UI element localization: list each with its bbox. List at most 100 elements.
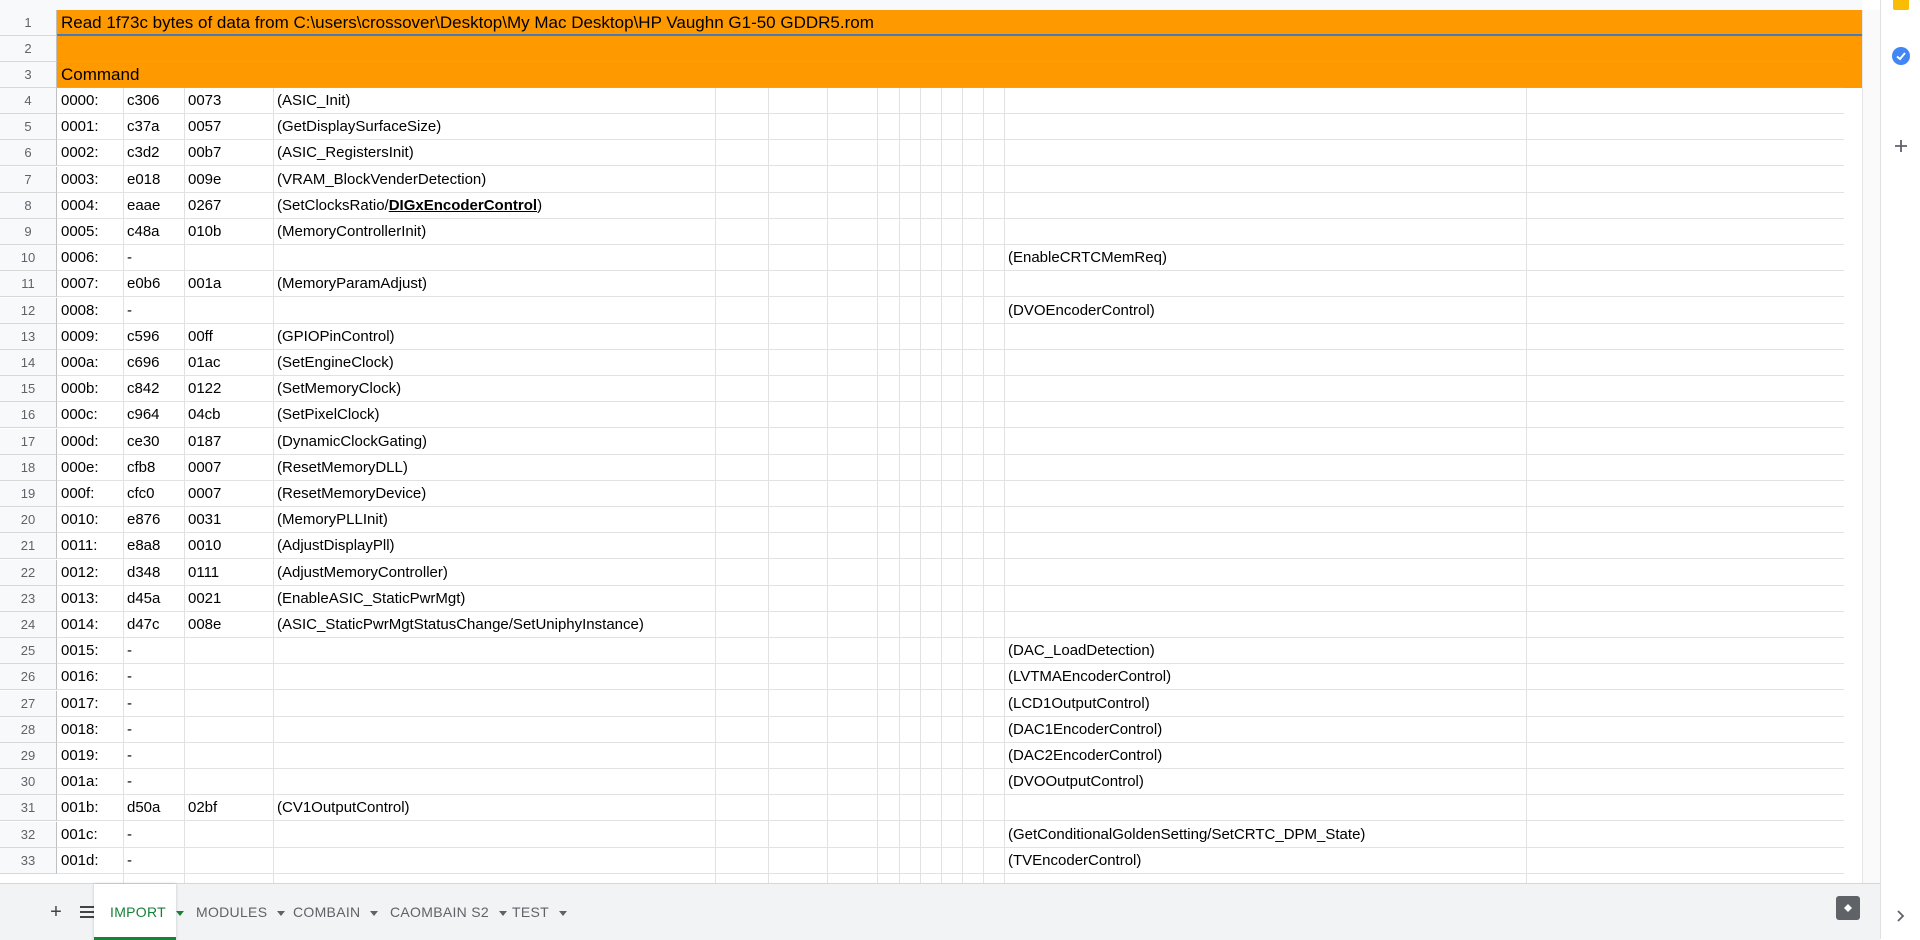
cell-d[interactable] — [273, 848, 277, 874]
spreadsheet-grid[interactable]: 1 Read 1f73c bytes of data from C:\users… — [0, 0, 1880, 883]
blank-header-row[interactable]: 2 — [0, 36, 1862, 62]
cell-c[interactable]: 0073 — [184, 88, 221, 114]
cell-h[interactable]: (DAC2EncoderControl) — [1004, 743, 1162, 769]
row-number[interactable]: 14 — [0, 350, 57, 376]
cell-d[interactable]: (CV1OutputControl) — [273, 795, 410, 821]
cell-b[interactable]: - — [123, 245, 132, 271]
cell-a[interactable]: 0011: — [57, 533, 97, 559]
cell-c[interactable]: 001a — [184, 271, 221, 297]
table-row[interactable]: 26 0016: - (LVTMAEncoderControl) — [0, 664, 1862, 691]
row-number[interactable]: 26 — [0, 664, 57, 691]
cell-b[interactable]: e018 — [123, 167, 160, 193]
cell-c[interactable]: 01ac — [184, 350, 221, 376]
cell-a[interactable]: 0014: — [57, 612, 99, 638]
cell-c[interactable] — [184, 822, 188, 848]
table-row[interactable]: 27 0017: - (LCD1OutputControl) — [0, 690, 1862, 717]
cell-b[interactable]: e8a8 — [123, 533, 160, 559]
cell-d[interactable]: (AdjustMemoryController) — [273, 560, 448, 586]
cell-d[interactable]: (GPIOPinControl) — [273, 324, 395, 350]
cell-d[interactable] — [273, 638, 277, 664]
cell-d[interactable]: (ASIC_RegistersInit) — [273, 140, 414, 166]
cell-a[interactable]: 0003: — [57, 167, 99, 193]
cell-a[interactable]: 001c: — [57, 822, 98, 848]
cell-c[interactable]: 0031 — [184, 507, 221, 533]
cell-d[interactable] — [273, 743, 277, 769]
cell-b[interactable]: - — [123, 638, 132, 664]
cell-b[interactable]: c37a — [123, 114, 160, 140]
expand-icon[interactable] — [1891, 906, 1911, 926]
cell-b[interactable]: ce30 — [123, 429, 160, 455]
cell-d[interactable]: (VRAM_BlockVenderDetection) — [273, 167, 486, 193]
row-number[interactable]: 31 — [0, 795, 57, 822]
cell-h[interactable] — [1004, 193, 1008, 219]
cell-h[interactable] — [1004, 140, 1008, 166]
table-row[interactable]: 28 0018: - (DAC1EncoderControl) — [0, 716, 1862, 743]
chevron-down-icon[interactable] — [558, 910, 567, 916]
cell-a[interactable]: 000b: — [57, 376, 99, 402]
cell-d[interactable]: (MemoryPLLInit) — [273, 507, 388, 533]
row-number[interactable]: 7 — [0, 166, 57, 193]
cell-c[interactable]: 008e — [184, 612, 221, 638]
cell-d[interactable] — [273, 822, 277, 848]
cell-d[interactable]: (DynamicClockGating) — [273, 429, 427, 455]
cell-d[interactable] — [273, 691, 277, 717]
cell-c[interactable]: 0111 — [184, 560, 219, 586]
row-number[interactable]: 11 — [0, 271, 57, 298]
cell-h[interactable] — [1004, 376, 1008, 402]
cell-a[interactable]: 0015: — [57, 638, 99, 664]
cell-d[interactable]: (ASIC_StaticPwrMgtStatusChange/SetUniphy… — [273, 612, 644, 638]
row-number[interactable]: 21 — [0, 533, 57, 560]
cell-h[interactable] — [1004, 586, 1008, 612]
row-number[interactable]: 18 — [0, 454, 57, 481]
cell-h[interactable]: (LCD1OutputControl) — [1004, 691, 1150, 717]
cell-h[interactable] — [1004, 429, 1008, 455]
cell-b[interactable]: c306 — [123, 88, 160, 114]
cell-a[interactable]: 0013: — [57, 586, 99, 612]
cell-h[interactable] — [1004, 533, 1008, 559]
cell-c[interactable]: 0122 — [184, 376, 221, 402]
table-row[interactable]: 11 0007: e0b6 001a (MemoryParamAdjust) — [0, 271, 1862, 298]
cell-d[interactable]: (SetEngineClock) — [273, 350, 394, 376]
tasks-icon[interactable] — [1891, 46, 1911, 66]
cell-d[interactable]: (SetPixelClock) — [273, 402, 380, 428]
table-row[interactable]: 4 0000: c306 0073 (ASIC_Init) — [0, 88, 1862, 114]
cell-b[interactable]: - — [123, 717, 132, 743]
row-number[interactable]: 19 — [0, 481, 57, 507]
table-row[interactable]: 19 000f: cfc0 0007 (ResetMemoryDevice) — [0, 481, 1862, 507]
explore-button[interactable] — [1836, 896, 1860, 920]
table-row[interactable]: 10 0006: - (EnableCRTCMemReq) — [0, 245, 1862, 272]
tab-test[interactable]: TEST — [496, 884, 567, 940]
cell-b[interactable]: - — [123, 769, 132, 795]
cell-a[interactable]: 0002: — [57, 140, 99, 166]
cell-d[interactable]: (AdjustDisplayPll) — [273, 533, 395, 559]
cell-c[interactable]: 00b7 — [184, 140, 221, 166]
cell-b[interactable]: c964 — [123, 402, 160, 428]
cell-d[interactable]: (EnableASIC_StaticPwrMgt) — [273, 586, 465, 612]
table-row[interactable]: 17 000d: ce30 0187 (DynamicClockGating) — [0, 428, 1862, 455]
cell-c[interactable] — [184, 638, 188, 664]
tab-combain[interactable]: COMBAIN — [277, 884, 379, 940]
vertical-scrollbar[interactable] — [1862, 10, 1880, 883]
row-number[interactable]: 8 — [0, 192, 57, 219]
cell-c[interactable] — [184, 743, 188, 769]
cell-h[interactable] — [1004, 560, 1008, 586]
row-number[interactable]: 6 — [0, 140, 57, 167]
cell-b[interactable]: d47c — [123, 612, 160, 638]
cell-h[interactable]: (GetConditionalGoldenSetting/SetCRTC_DPM… — [1004, 822, 1365, 848]
cell-h[interactable] — [1004, 324, 1008, 350]
row-number[interactable]: 13 — [0, 323, 57, 350]
cell-c[interactable]: 0021 — [184, 586, 221, 612]
row-number[interactable]: 20 — [0, 507, 57, 534]
cell-a[interactable]: 0010: — [57, 507, 99, 533]
table-row[interactable]: 32 001c: - (GetConditionalGoldenSetting/Set… — [0, 821, 1862, 848]
cell-h[interactable] — [1004, 507, 1008, 533]
table-row[interactable]: 29 0019: - (DAC2EncoderControl) — [0, 743, 1862, 769]
cell-c[interactable] — [184, 664, 188, 690]
cell-b[interactable]: e876 — [123, 507, 160, 533]
table-row[interactable]: 21 0011: e8a8 0010 (AdjustDisplayPll) — [0, 533, 1862, 560]
cell-c[interactable] — [184, 298, 188, 324]
table-row[interactable]: 15 000b: c842 0122 (SetMemoryClock) — [0, 376, 1862, 403]
row-number[interactable]: 9 — [0, 219, 57, 245]
cell-d[interactable]: (MemoryControllerInit) — [273, 219, 426, 245]
cell-d[interactable]: (ResetMemoryDevice) — [273, 481, 426, 507]
